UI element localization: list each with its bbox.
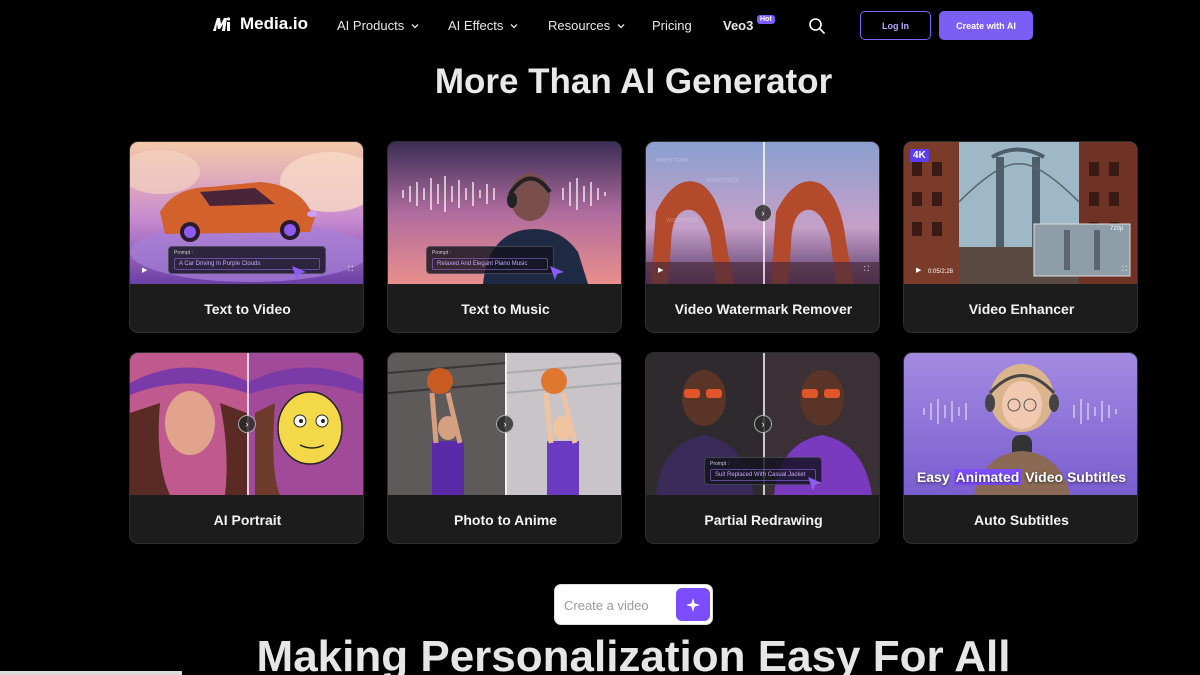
bridge-street-image <box>904 142 1137 284</box>
card-text-to-video[interactable]: Prompt : A Car Driving In Purple Clouds … <box>129 141 364 333</box>
compare-handle-icon[interactable]: › <box>238 415 256 433</box>
card-label: Video Watermark Remover <box>674 301 853 317</box>
chevron-down-icon <box>617 23 625 28</box>
card-text-to-music[interactable]: Prompt : Relaxed And Elegant Piano Music… <box>387 141 622 333</box>
cursor-arrow-icon <box>292 266 306 280</box>
svg-text:watermark: watermark <box>655 157 689 164</box>
watermark-remover-thumbnail: watermark watermark watermark › ▶ ⛶ <box>646 142 879 284</box>
sparkle-icon <box>686 597 700 612</box>
video-enhancer-thumbnail: 4K 720p ▶ 0:05/2:28 ⛶ <box>904 142 1137 284</box>
compare-handle-icon[interactable]: › <box>754 415 772 433</box>
card-label: Auto Subtitles <box>974 512 1069 528</box>
media-io-logo-icon <box>213 17 231 31</box>
subtitle-highlight: Animated <box>953 469 1022 485</box>
partial-redrawing-thumbnail: › Prompt : Suit Replaced With Casual Jac… <box>646 353 879 495</box>
nav-ai-products[interactable]: AI Products <box>337 18 420 33</box>
card-auto-subtitles[interactable]: Easy Animated Video Subtitles Auto Subti… <box>903 352 1138 544</box>
bottom-section-title: Making Personalization Easy For All <box>256 632 1011 675</box>
text-to-music-thumbnail: Prompt : Relaxed And Elegant Piano Music <box>388 142 621 284</box>
hot-badge: Hot <box>757 15 775 24</box>
generate-button[interactable] <box>676 588 710 621</box>
prompt-box: Prompt : Suit Replaced With Casual Jacke… <box>704 457 822 485</box>
compare-handle-icon[interactable]: › <box>496 415 514 433</box>
play-icon[interactable]: ▶ <box>142 266 147 274</box>
brand-name: Media.io <box>240 14 309 33</box>
nav-resources[interactable]: Resources <box>548 18 626 33</box>
card-label: Partial Redrawing <box>704 512 823 528</box>
resolution-tag: 720p <box>1110 226 1124 232</box>
nav-ai-effects-label: AI Effects <box>448 18 504 33</box>
nav-ai-products-label: AI Products <box>337 18 405 33</box>
subtitle-text-pre: Easy <box>916 469 954 485</box>
prompt-caption: Prompt : <box>432 250 451 256</box>
prompt-caption: Prompt : <box>710 461 729 467</box>
photo-to-anime-thumbnail: › <box>388 353 621 495</box>
play-icon[interactable]: ▶ <box>916 266 921 274</box>
nav-veo3-label: Veo3 <box>723 18 754 33</box>
subtitle-overlay: Easy Animated Video Subtitles <box>904 469 1137 485</box>
card-label: Text to Video <box>204 301 291 317</box>
compare-handle-icon[interactable]: › <box>754 204 772 222</box>
nav-ai-effects[interactable]: AI Effects <box>448 18 519 33</box>
cursor-arrow-icon <box>550 266 564 280</box>
prompt-caption: Prompt : <box>174 250 193 256</box>
cursor-arrow-icon <box>808 477 822 491</box>
subtitle-text-post: Video Subtitles <box>1021 469 1127 485</box>
auto-subtitles-thumbnail: Easy Animated Video Subtitles <box>904 353 1137 495</box>
nav-resources-label: Resources <box>548 18 611 33</box>
brand-logo[interactable]: Media.io <box>212 14 308 34</box>
card-ai-portrait[interactable]: › AI Portrait <box>129 352 364 544</box>
card-label: AI Portrait <box>213 512 282 528</box>
svg-text:watermark: watermark <box>665 217 699 224</box>
fullscreen-icon[interactable]: ⛶ <box>1122 266 1127 274</box>
card-label: Video Enhancer <box>968 301 1075 317</box>
card-photo-to-anime[interactable]: › Photo to Anime <box>387 352 622 544</box>
top-navigation: Media.io AI Products AI Effects Resource… <box>0 0 1200 52</box>
nav-pricing-label: Pricing <box>652 18 692 33</box>
login-button[interactable]: Log In <box>860 11 931 40</box>
card-video-watermark-remover[interactable]: watermark watermark watermark › ▶ ⛶ Video … <box>645 141 880 333</box>
scroll-indicator-bar <box>0 671 182 675</box>
card-video-enhancer[interactable]: 4K 720p ▶ 0:05/2:28 ⛶ Video Enhancer <box>903 141 1138 333</box>
card-label: Text to Music <box>461 301 550 317</box>
svg-text:watermark: watermark <box>705 177 739 184</box>
fullscreen-icon[interactable]: ⛶ <box>864 266 869 274</box>
prompt-text: Suit Replaced With Casual Jacket <box>710 469 816 481</box>
chevron-down-icon <box>411 23 419 28</box>
video-time: 0:05/2:28 <box>928 269 954 275</box>
play-icon[interactable]: ▶ <box>658 266 663 274</box>
create-with-ai-button[interactable]: Create with AI <box>939 11 1033 40</box>
text-to-video-thumbnail: Prompt : A Car Driving In Purple Clouds … <box>130 142 363 284</box>
4k-badge: 4K <box>910 149 929 162</box>
prompt-box: Prompt : Relaxed And Elegant Piano Music <box>426 246 554 274</box>
search-icon[interactable] <box>808 17 826 35</box>
chevron-down-icon <box>510 23 518 28</box>
fullscreen-icon[interactable]: ⛶ <box>348 266 353 274</box>
create-video-input[interactable] <box>564 595 674 615</box>
nav-veo3[interactable]: Veo3 <box>723 18 753 33</box>
ai-portrait-thumbnail: › <box>130 353 363 495</box>
nav-pricing[interactable]: Pricing <box>652 18 692 33</box>
section-title: More Than AI Generator <box>434 62 833 101</box>
card-label: Photo to Anime <box>454 512 557 528</box>
card-partial-redrawing[interactable]: › Prompt : Suit Replaced With Casual Jac… <box>645 352 880 544</box>
prompt-text: Relaxed And Elegant Piano Music <box>432 258 548 270</box>
